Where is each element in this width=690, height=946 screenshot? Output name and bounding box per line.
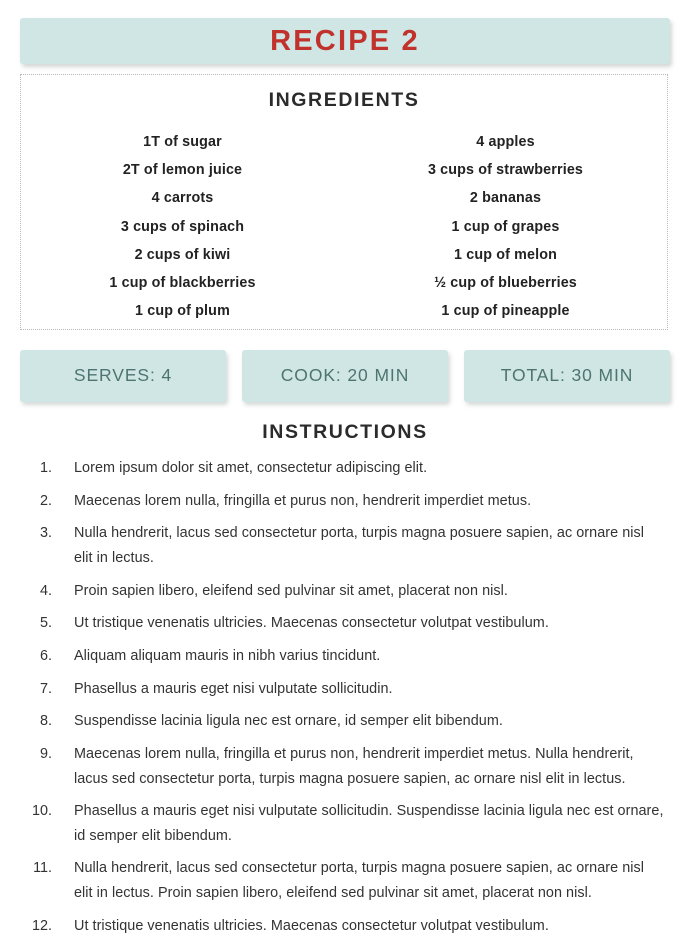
instruction-item: 1. Lorem ipsum dolor sit amet, consectetu… [28,456,666,481]
ingredient-item: 1 cup of pineapple [441,303,570,320]
ingredient-item: 2T of lemon juice [122,162,243,179]
info-box: SERVES: 4 [20,350,226,402]
ingredient-item: 1T of sugar [143,134,222,150]
instruction-item: 9. Maecenas lorem nulla, fringilla et pur… [28,742,666,791]
instruction-number: 11. [33,860,52,877]
ingredient-item: 1 cup of melon [454,246,557,263]
instruction-text: Suspendisse lacinia ligula nec est ornar… [74,713,503,730]
instruction-text: Lorem ipsum dolor sit amet, consectetur … [74,460,428,476]
instruction-text: Ut tristique venenatis ultricies. Maecen… [74,615,549,632]
ingredient-item: 2 bananas [469,190,542,207]
page-title: RECIPE 2 [270,24,420,57]
ingredient-item: 1 cup of plum [135,303,230,320]
instruction-text: Nulla hendrerit, lacus sed consectetur p… [74,525,644,566]
instruction-number: 3. [39,525,52,542]
instruction-item: 11. Nulla hendrerit, lacus sed consectetu… [28,856,666,905]
instructions-heading: INSTRUCTIONS [262,421,428,443]
instruction-text: Aliquam aliquam mauris in nibh varius ti… [74,647,381,664]
instruction-text: Maecenas lorem nulla, fringilla et purus… [74,492,532,509]
info-box: COOK: 20 MIN [242,350,448,402]
instruction-item: 3. Nulla hendrerit, lacus sed consectetur… [28,521,666,570]
instruction-item: 8. Suspendisse lacinia ligula nec est orn… [28,709,666,734]
info-box-label: COOK: 20 MIN [280,365,410,386]
instruction-text: Maecenas lorem nulla, fringilla et purus… [74,746,634,787]
ingredient-item: 3 cups of spinach [120,218,245,235]
instruction-item: 2. Maecenas lorem nulla, fringilla et pur… [28,489,666,514]
instruction-number: 4. [39,582,52,599]
ingredients-column-left: 1T of sugar 2T of lemon juice 4 carrots 3 c… [21,128,344,325]
instruction-number: 2. [39,492,52,509]
instruction-item: 7. Phasellus a mauris eget nisi vulputate… [28,677,666,702]
instruction-text: Phasellus a mauris eget nisi vulputate s… [74,803,664,844]
ingredient-item: 4 carrots [151,190,214,207]
ingredient-item: 1 cup of blackberries [109,275,256,292]
instruction-number: 12. [31,917,52,934]
instruction-number: 10. [31,803,52,820]
ingredients-column-right: 4 apples 3 cups of strawberries 2 bananas 1… [344,128,667,325]
info-box-label: TOTAL: 30 MIN [500,365,634,386]
info-box-label: SERVES: 4 [73,365,173,386]
instruction-item: 12. Ut tristique venenatis ultricies. Mae… [28,914,666,939]
ingredients-section: INGREDIENTS 1T of sugar 2T of lemon juice… [20,74,668,330]
instruction-number: 1. [39,460,52,476]
ingredients-heading: INGREDIENTS [268,89,420,111]
ingredients-columns: 1T of sugar 2T of lemon juice 4 carrots 3 c… [21,128,667,325]
ingredient-item: 3 cups of strawberries [427,162,584,179]
recipe-info-row: SERVES: 4 COOK: 20 MIN TOTAL: 30 MIN [20,350,670,402]
title-banner: RECIPE 2 [20,18,670,64]
instruction-item: 4. Proin sapien libero, eleifend sed pulv… [28,579,666,604]
info-box: TOTAL: 30 MIN [464,350,670,402]
instruction-number: 5. [39,615,52,632]
instruction-item: 5. Ut tristique venenatis ultricies. Maec… [28,611,666,636]
instruction-number: 6. [39,647,52,664]
instruction-number: 9. [39,746,52,762]
recipe-card: RECIPE 2 INGREDIENTS 1T of sugar 2T of le… [0,0,690,934]
instruction-item: 6. Aliquam aliquam mauris in nibh varius … [28,644,666,669]
ingredient-item: ½ cup of blueberries [434,275,577,292]
instruction-text: Phasellus a mauris eget nisi vulputate s… [74,680,393,697]
ingredient-item: 4 apples [476,134,535,150]
instructions-list: 1. Lorem ipsum dolor sit amet, consectetu… [28,456,666,946]
ingredient-item: 1 cup of grapes [451,218,560,235]
instruction-text: Nulla hendrerit, lacus sed consectetur p… [74,860,644,901]
ingredient-item: 2 cups of kiwi [134,246,231,263]
instruction-number: 8. [39,713,52,730]
instruction-text: Proin sapien libero, eleifend sed pulvin… [74,582,508,599]
instruction-item: 10. Phasellus a mauris eget nisi vulputat… [28,799,666,848]
instruction-number: 7. [39,680,52,697]
instruction-text: Ut tristique venenatis ultricies. Maecen… [74,917,549,934]
